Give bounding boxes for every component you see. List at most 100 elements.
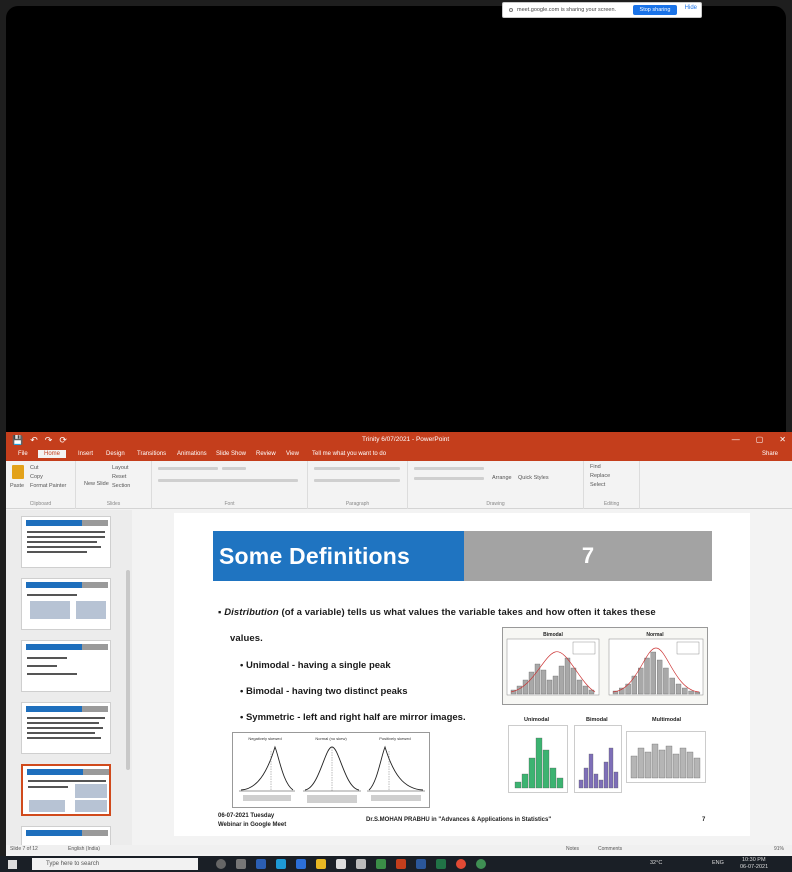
- powerpoint-icon[interactable]: [396, 859, 406, 869]
- histogram-bar: [637, 747, 645, 779]
- thumbnail-line: [27, 551, 87, 553]
- quick-styles-button[interactable]: Quick Styles: [518, 475, 549, 481]
- thumbnail-line: [27, 722, 99, 724]
- tab-home[interactable]: Home: [38, 450, 67, 458]
- app-icon[interactable]: [376, 859, 386, 869]
- paste-button[interactable]: Paste: [10, 483, 24, 489]
- paragraph-row-1[interactable]: [314, 467, 400, 470]
- temperature[interactable]: 32°C: [650, 860, 662, 866]
- shapes-gallery-row-2[interactable]: [414, 477, 484, 480]
- tab-slide-show[interactable]: Slide Show: [216, 451, 246, 457]
- tab-file[interactable]: File: [18, 451, 28, 457]
- slide-thumbnail[interactable]: 6: [21, 702, 111, 754]
- task-view-icon[interactable]: [216, 859, 226, 869]
- windows-start-icon[interactable]: [8, 860, 17, 869]
- chrome-icon[interactable]: [456, 859, 466, 869]
- font-name-box[interactable]: [158, 467, 218, 470]
- save-icon[interactable]: 💾: [12, 435, 23, 445]
- thumbnail-header: [27, 769, 83, 775]
- stop-sharing-button[interactable]: Stop sharing: [633, 5, 677, 15]
- title-bar: 💾 ↶ ↷ ⟳ Trinity 6/07/2021 - PowerPoint —…: [6, 432, 792, 448]
- editing-group: Find Replace Select Editing: [584, 461, 640, 509]
- hide-notice-button[interactable]: Hide: [685, 5, 697, 11]
- arrow-band: [243, 795, 291, 801]
- slide-thumbnail[interactable]: 8: [21, 826, 111, 846]
- undo-icon[interactable]: ↶: [30, 435, 38, 445]
- slide-thumbnail[interactable]: 5: [21, 640, 111, 692]
- reset-button[interactable]: Reset: [112, 474, 126, 480]
- histogram-bar: [522, 679, 529, 695]
- arrange-button[interactable]: Arrange: [492, 475, 512, 481]
- tab-view[interactable]: View: [286, 451, 299, 457]
- current-slide[interactable]: Some Definitions 7 ▪ Distribution (of a …: [174, 513, 750, 836]
- histogram-bar: [656, 659, 663, 695]
- mail-icon[interactable]: [356, 859, 366, 869]
- thumbnail-scrollbar[interactable]: [126, 570, 130, 770]
- positive-skew-curve: [368, 745, 424, 791]
- paste-icon[interactable]: [12, 465, 24, 479]
- minimize-button[interactable]: —: [732, 435, 740, 444]
- histogram-bar: [578, 779, 584, 789]
- repeat-icon[interactable]: ⟳: [59, 435, 67, 445]
- definition-text: (of a variable) tells us what values the…: [281, 607, 656, 618]
- format-painter-button[interactable]: Format Painter: [30, 483, 66, 489]
- language-indicator[interactable]: English (India): [68, 846, 100, 852]
- clock-date[interactable]: 06-07-2021: [740, 864, 768, 870]
- app-icon[interactable]: [476, 859, 486, 869]
- file-explorer-icon[interactable]: [316, 859, 326, 869]
- slide-thumbnail-selected[interactable]: 7: [21, 764, 111, 816]
- tab-insert[interactable]: Insert: [78, 451, 93, 457]
- thumbnail-line: [27, 531, 105, 533]
- tell-me-box[interactable]: Tell me what you want to do: [312, 451, 386, 457]
- close-button[interactable]: ✕: [779, 435, 786, 444]
- clock-time[interactable]: 10:30 PM: [742, 857, 766, 863]
- layout-button[interactable]: Layout: [112, 465, 129, 471]
- thumbnail-line: [27, 536, 105, 538]
- comments-button[interactable]: Comments: [598, 846, 622, 852]
- thumbnail-line: [27, 594, 77, 596]
- tab-review[interactable]: Review: [256, 451, 276, 457]
- new-slide-button[interactable]: New Slide: [84, 481, 109, 487]
- replace-button[interactable]: Replace: [590, 473, 610, 479]
- slide-thumbnail[interactable]: 4: [21, 578, 111, 630]
- share-button[interactable]: Share: [762, 451, 778, 457]
- clipboard-label: Clipboard: [29, 501, 52, 507]
- bullet-unimodal: • Unimodal - having a single peak: [240, 660, 391, 671]
- label-multimodal: Multimodal: [652, 717, 682, 723]
- store-icon[interactable]: [336, 859, 346, 869]
- word-icon[interactable]: [416, 859, 426, 869]
- clipboard-group: Paste Cut Copy Format Painter Clipboard: [6, 461, 76, 509]
- ribbon-tabs: File Home Insert Design Transitions Anim…: [6, 448, 792, 461]
- dropbox-icon[interactable]: [296, 859, 306, 869]
- font-format-row[interactable]: [158, 479, 298, 482]
- slide-thumbnail[interactable]: 3: [21, 516, 111, 568]
- tab-transitions[interactable]: Transitions: [137, 451, 166, 457]
- paragraph-group: Paragraph: [308, 461, 408, 509]
- excel-icon[interactable]: [436, 859, 446, 869]
- language-tray[interactable]: ENG: [712, 860, 724, 866]
- paragraph-row-2[interactable]: [314, 479, 400, 482]
- section-button[interactable]: Section: [112, 483, 130, 489]
- edge-icon[interactable]: [276, 859, 286, 869]
- tab-animations[interactable]: Animations: [177, 451, 207, 457]
- app-icon[interactable]: [256, 859, 266, 869]
- font-size-box[interactable]: [222, 467, 246, 470]
- maximize-button[interactable]: ▢: [756, 435, 764, 444]
- copy-button[interactable]: Copy: [30, 474, 43, 480]
- tab-design[interactable]: Design: [106, 451, 125, 457]
- thumbnail-line: [27, 673, 77, 675]
- find-button[interactable]: Find: [590, 464, 601, 470]
- taskbar-search[interactable]: Type here to search: [32, 858, 198, 870]
- widgets-icon[interactable]: [236, 859, 246, 869]
- histogram-bar: [552, 675, 559, 695]
- zoom-level[interactable]: 91%: [774, 846, 784, 852]
- shapes-gallery[interactable]: [414, 467, 484, 470]
- select-button[interactable]: Select: [590, 482, 605, 488]
- quick-access-toolbar: 💾 ↶ ↷ ⟳: [12, 435, 67, 445]
- redo-icon[interactable]: ↷: [45, 435, 53, 445]
- notes-button[interactable]: Notes: [566, 846, 579, 852]
- slides-group: New Slide Layout Reset Section Slides: [76, 461, 152, 509]
- cut-button[interactable]: Cut: [30, 465, 39, 471]
- distribution-term: Distribution: [224, 607, 279, 618]
- histogram-bar: [630, 755, 638, 779]
